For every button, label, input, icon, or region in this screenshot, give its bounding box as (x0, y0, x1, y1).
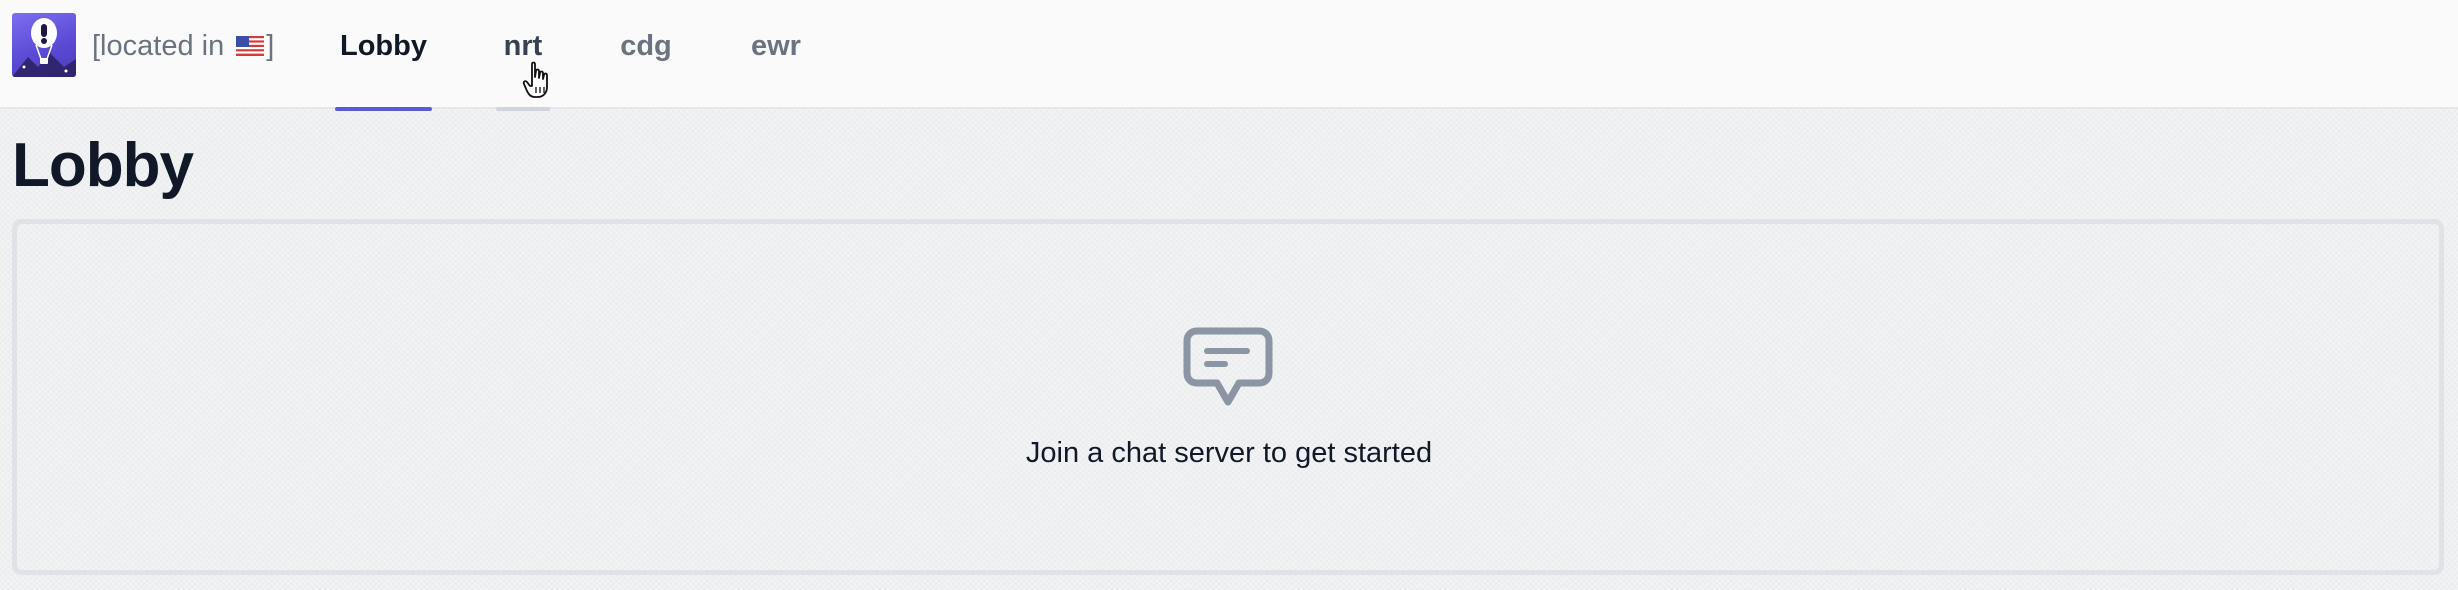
location-suffix: ] (266, 30, 275, 62)
active-tab-indicator (335, 107, 432, 111)
tab-label: ewr (751, 30, 801, 62)
location-indicator: [located in ] (92, 28, 274, 64)
app-logo[interactable] (12, 13, 76, 77)
top-nav-bar: [located in ] Lobby nrt cdg ewr (0, 0, 2458, 111)
tab-label: Lobby (340, 30, 427, 62)
tab-ewr[interactable]: ewr (744, 28, 808, 109)
location-prefix: [located in (92, 30, 225, 62)
tab-cdg[interactable]: cdg (612, 28, 680, 109)
chat-bubble-icon (1183, 327, 1273, 406)
tab-nrt[interactable]: nrt (496, 28, 550, 111)
balloon-logo-icon (12, 18, 76, 77)
empty-state-message: Join a chat server to get started (1025, 437, 1433, 469)
us-flag-icon (236, 36, 265, 56)
tab-lobby[interactable]: Lobby (335, 28, 432, 111)
tab-label: cdg (620, 30, 672, 62)
page-title: Lobby (12, 131, 194, 200)
tab-label: nrt (503, 30, 543, 62)
hover-tab-indicator (496, 107, 550, 111)
